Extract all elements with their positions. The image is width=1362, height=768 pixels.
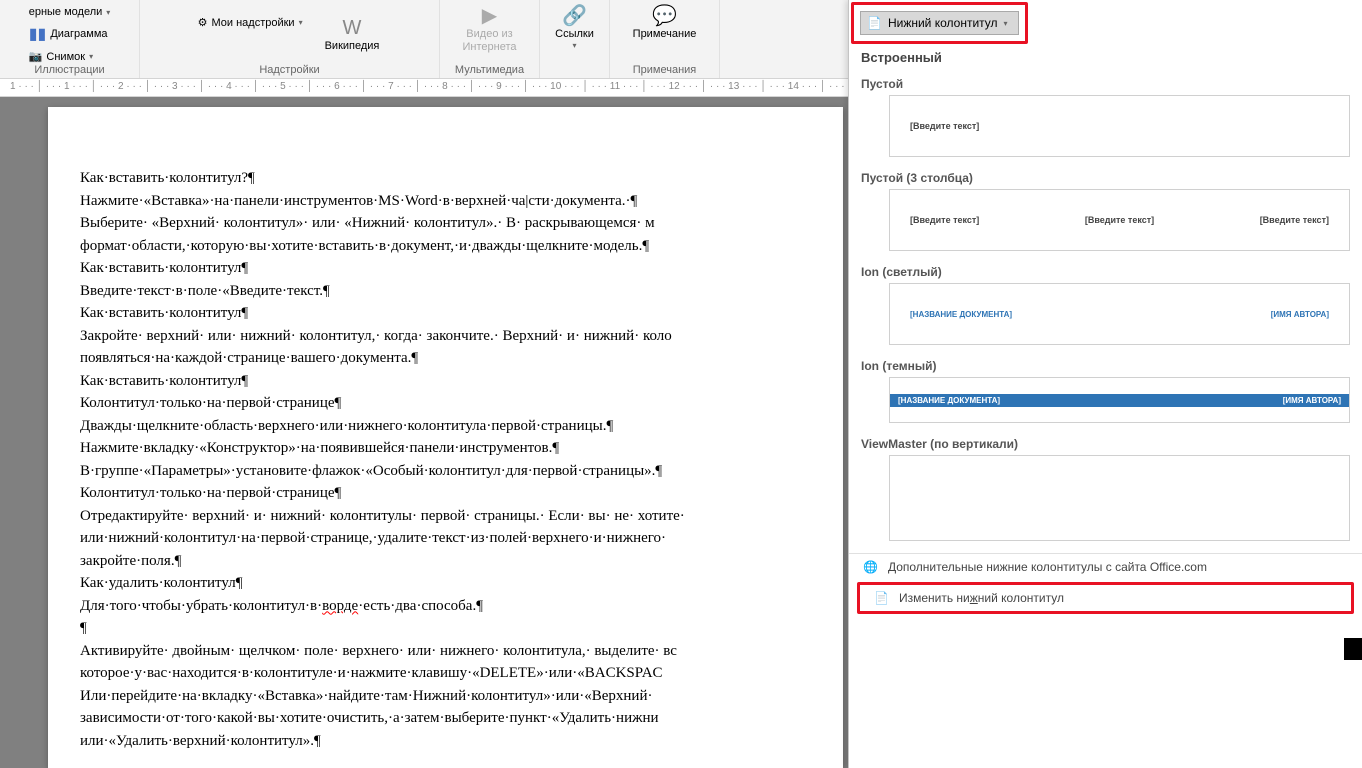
- screenshot-button[interactable]: 📷 Снимок ▾: [25, 48, 97, 65]
- addins-icon: ⚙: [198, 16, 208, 29]
- black-marker: [1344, 638, 1362, 660]
- ribbon-group-links: 🔗 Ссылки ▾: [540, 0, 610, 78]
- 3d-models-button[interactable]: ерные модели ▾: [25, 4, 115, 20]
- gallery-item-ion-light[interactable]: [НАЗВАНИЕ ДОКУМЕНТА] [ИМЯ АВТОРА]: [889, 283, 1350, 345]
- ribbon-group-comments: 💬 Примечание Примечания: [610, 0, 720, 78]
- screenshot-icon: 📷: [29, 50, 43, 63]
- gallery-item-label: Пустой (3 столбца): [849, 165, 1362, 189]
- footer-dropdown-button[interactable]: 📄 Нижний колонтитул ▾: [860, 11, 1019, 35]
- footer-icon: 📄: [867, 16, 882, 30]
- builtin-heading: Встроенный: [849, 44, 1362, 71]
- footer-dropdown-panel: 📄 Нижний колонтитул ▾ Встроенный Пустой …: [848, 0, 1362, 768]
- group-label: Примечания: [610, 64, 719, 76]
- footer-gallery: Пустой [Введите текст] Пустой (3 столбца…: [849, 71, 1362, 553]
- edit-footer-icon: 📄: [874, 591, 889, 605]
- ribbon-group-illustrations: ерные модели ▾ ▮▮ Диаграмма 📷 Снимок ▾ И…: [0, 0, 140, 78]
- group-label: Мультимедиа: [440, 64, 539, 76]
- gallery-item-viewmaster[interactable]: [889, 455, 1350, 541]
- my-addins-button[interactable]: ⚙ Мои надстройки ▾: [194, 14, 307, 31]
- wikipedia-icon: W: [343, 16, 362, 40]
- ribbon-group-media: ▶ Видео из Интернета Мультимедиа: [440, 0, 540, 78]
- group-label: Надстройки: [140, 64, 439, 76]
- gallery-item-label: ViewMaster (по вертикали): [849, 431, 1362, 455]
- more-footers-button[interactable]: 🌐 Дополнительные нижние колонтитулы с са…: [849, 554, 1362, 580]
- group-label: Иллюстрации: [0, 64, 139, 76]
- video-icon: ▶: [482, 4, 497, 28]
- chart-icon: ▮▮: [29, 24, 47, 44]
- document-body[interactable]: Как·вставить·колонтитул?¶Нажмите·«Вставк…: [80, 167, 811, 752]
- gallery-item-label: Ion (светлый): [849, 259, 1362, 283]
- highlight-footer-button: 📄 Нижний колонтитул ▾: [851, 2, 1028, 44]
- page[interactable]: Как·вставить·колонтитул?¶Нажмите·«Вставк…: [48, 107, 843, 768]
- comment-button[interactable]: 💬 Примечание: [627, 2, 703, 43]
- edit-footer-button[interactable]: 📄 Изменить нижний колонтитул: [860, 585, 1351, 611]
- ribbon-group-addins: ⚙ Мои надстройки ▾ W Википедия Надстройк…: [140, 0, 440, 78]
- comment-icon: 💬: [652, 4, 677, 28]
- chart-button[interactable]: ▮▮ Диаграмма: [25, 22, 112, 46]
- wikipedia-button[interactable]: W Википедия: [319, 14, 386, 55]
- office-icon: 🌐: [863, 560, 878, 574]
- dropdown-footer: 🌐 Дополнительные нижние колонтитулы с са…: [849, 553, 1362, 614]
- gallery-item-label: Пустой: [849, 71, 1362, 95]
- gallery-item-label: Ion (темный): [849, 353, 1362, 377]
- gallery-item-ion-dark[interactable]: [НАЗВАНИЕ ДОКУМЕНТА] [ИМЯ АВТОРА]: [889, 377, 1350, 423]
- links-button[interactable]: 🔗 Ссылки ▾: [549, 2, 600, 53]
- gallery-item-empty3[interactable]: [Введите текст] [Введите текст] [Введите…: [889, 189, 1350, 251]
- gallery-item-empty[interactable]: [Введите текст]: [889, 95, 1350, 157]
- link-icon: 🔗: [562, 4, 587, 28]
- online-video-button[interactable]: ▶ Видео из Интернета: [457, 2, 523, 56]
- highlight-edit-footer: 📄 Изменить нижний колонтитул: [857, 582, 1354, 614]
